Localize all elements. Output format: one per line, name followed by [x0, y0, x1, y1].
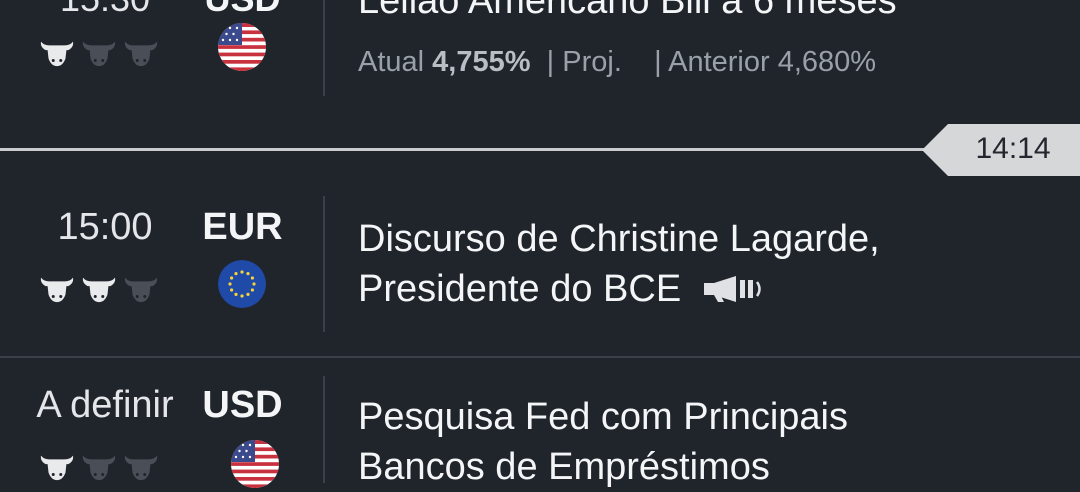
event-time: A definir: [36, 384, 174, 426]
importance-rating: [38, 36, 160, 68]
event-currency: EUR: [202, 206, 283, 248]
event-title: Pesquisa Fed com Principais Bancos de Em…: [358, 392, 1058, 492]
event-title-line2: Bancos de Empréstimos: [358, 446, 770, 488]
event-values: Atual 4,755% | Proj. | Anterior 4,680%: [358, 46, 876, 79]
column-divider: [323, 196, 325, 332]
speech-megaphone-icon: [703, 276, 761, 302]
event-time: 15:30: [0, 0, 210, 20]
bull-icon: [124, 455, 158, 481]
bull-icon: [82, 41, 116, 67]
previous-value: 4,680%: [777, 46, 877, 78]
bull-icon: [82, 277, 116, 303]
event-row[interactable]: A definir USD Pesquisa Fed com Principai…: [0, 358, 1080, 488]
column-divider: [323, 376, 325, 483]
event-title: Discurso de Christine Lagarde, President…: [358, 214, 1058, 314]
actual-label: Atual: [358, 46, 425, 78]
importance-rating: [38, 450, 160, 482]
bull-icon: [40, 455, 74, 481]
event-title-line1: Pesquisa Fed com Principais: [358, 396, 848, 438]
event-row[interactable]: 15:00 EUR Discurso de Christine Lagarde,…: [0, 176, 1080, 356]
previous-label: | Anterior: [654, 46, 770, 78]
us-flag-icon: [218, 23, 266, 71]
bull-icon: [82, 455, 116, 481]
event-currency: USD: [200, 0, 285, 20]
bull-icon: [40, 277, 74, 303]
importance-rating: [38, 272, 160, 304]
event-currency: USD: [202, 384, 283, 426]
time-marker-label: 14:14: [975, 132, 1051, 165]
actual-value: 4,755%: [432, 46, 531, 78]
column-divider: [323, 0, 325, 96]
current-time-marker: 14:14: [0, 124, 1080, 176]
forecast-label: | Proj.: [546, 46, 622, 78]
time-marker-line: [0, 148, 940, 151]
bull-icon: [40, 41, 74, 67]
event-time: 15:00: [57, 206, 153, 248]
eu-flag-icon: [218, 260, 266, 308]
event-title: Leilão Americano Bill a 6 meses: [358, 0, 897, 22]
event-row[interactable]: 15:30 USD Leilão Americano Bill a 6 mese…: [0, 0, 1080, 96]
event-title-line2: Presidente do BCE: [358, 264, 1058, 314]
bull-icon: [124, 277, 158, 303]
us-flag-icon: [231, 440, 279, 488]
event-title-line1: Discurso de Christine Lagarde,: [358, 218, 880, 260]
bull-icon: [124, 41, 158, 67]
